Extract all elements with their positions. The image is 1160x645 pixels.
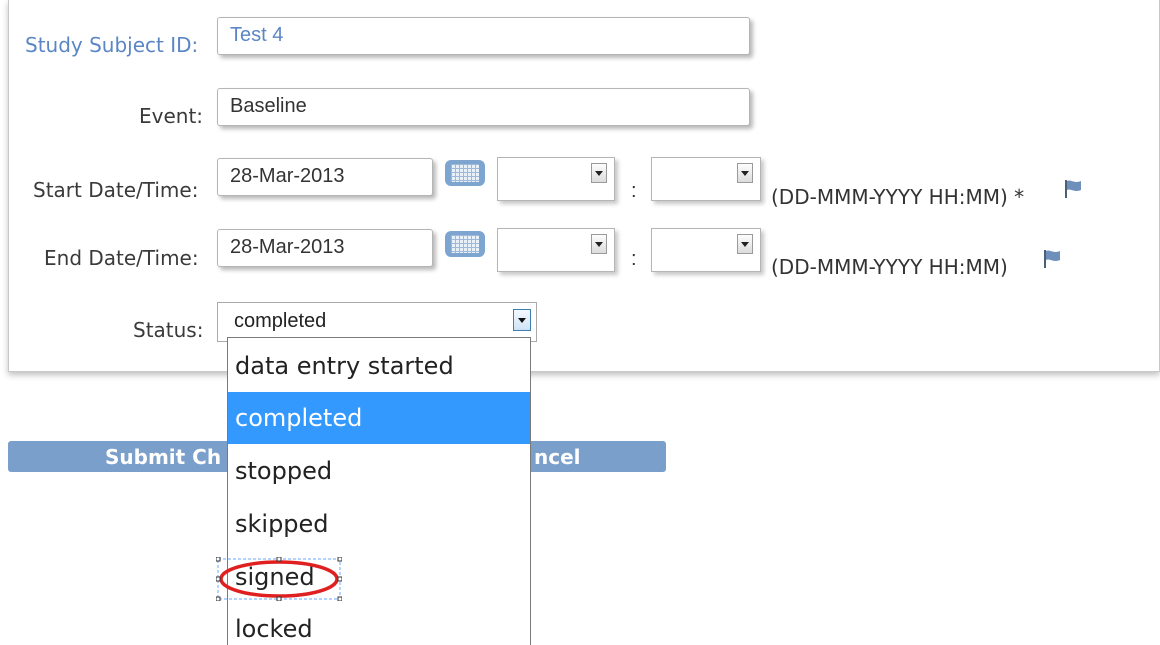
status-option-locked[interactable]: locked [228, 603, 530, 645]
status-selected-value: completed [234, 310, 327, 332]
end-minute-select[interactable] [651, 228, 761, 272]
chevron-down-icon[interactable] [513, 309, 531, 331]
status-select[interactable]: completed [217, 302, 537, 342]
end-hour-select[interactable] [497, 228, 615, 272]
chevron-down-icon [591, 163, 607, 183]
calendar-icon[interactable] [445, 231, 485, 257]
status-option-skipped[interactable]: skipped [228, 498, 530, 550]
start-date-field[interactable]: 28-Mar-2013 [217, 158, 433, 196]
end-date-field[interactable]: 28-Mar-2013 [217, 229, 433, 267]
event-field[interactable]: Baseline [217, 88, 750, 126]
flag-icon[interactable] [1041, 248, 1063, 270]
calendar-icon[interactable] [445, 160, 485, 186]
chevron-down-icon [737, 234, 753, 254]
end-datetime-label: End Date/Time: [44, 246, 199, 270]
start-minute-select[interactable] [651, 157, 761, 201]
submit-changes-button[interactable]: Submit Ch [105, 445, 221, 469]
start-hour-select[interactable] [497, 157, 615, 201]
status-option-stopped[interactable]: stopped [228, 445, 530, 497]
start-format-hint: (DD-MMM-YYYY HH:MM) * [771, 185, 1025, 209]
end-format-hint: (DD-MMM-YYYY HH:MM) [771, 255, 1008, 279]
subject-id-label: Study Subject ID: [25, 33, 199, 57]
start-datetime-label: Start Date/Time: [33, 178, 199, 202]
chevron-down-icon [737, 163, 753, 183]
chevron-down-icon [591, 234, 607, 254]
event-label: Event: [139, 104, 204, 128]
status-option-completed[interactable]: completed [228, 392, 530, 444]
flag-icon[interactable] [1062, 178, 1084, 200]
status-label: Status: [133, 318, 204, 342]
subject-id-field[interactable]: Test 4 [217, 17, 750, 55]
cancel-button[interactable]: ncel [534, 445, 581, 469]
annotation-ellipse [216, 557, 342, 601]
status-option-data-entry-started[interactable]: data entry started [228, 340, 530, 392]
time-separator: : [631, 180, 637, 202]
time-separator: : [631, 248, 637, 270]
